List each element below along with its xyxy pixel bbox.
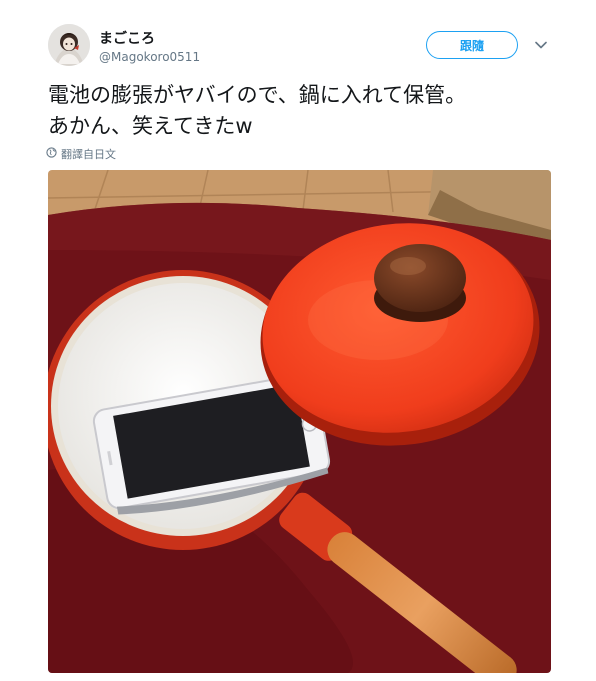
chevron-down-icon[interactable]	[534, 38, 548, 52]
tweet-line: 電池の膨張がヤバイので、鍋に入れて保管。	[48, 83, 467, 107]
globe-icon	[46, 147, 57, 161]
tweet-line: あかん、笑えてきたw	[48, 114, 253, 138]
tweet-text: 電池の膨張がヤバイので、鍋に入れて保管。 あかん、笑えてきたw	[48, 80, 568, 142]
avatar[interactable]	[48, 24, 90, 66]
tweet-photo[interactable]	[48, 170, 551, 673]
user-handle[interactable]: @Magokoro0511	[99, 50, 200, 64]
follow-button[interactable]: 跟隨	[426, 31, 518, 59]
display-name[interactable]: まごころ	[99, 28, 155, 48]
translate-link[interactable]: 翻譯自日文	[46, 146, 116, 162]
translate-label: 翻譯自日文	[61, 148, 116, 161]
